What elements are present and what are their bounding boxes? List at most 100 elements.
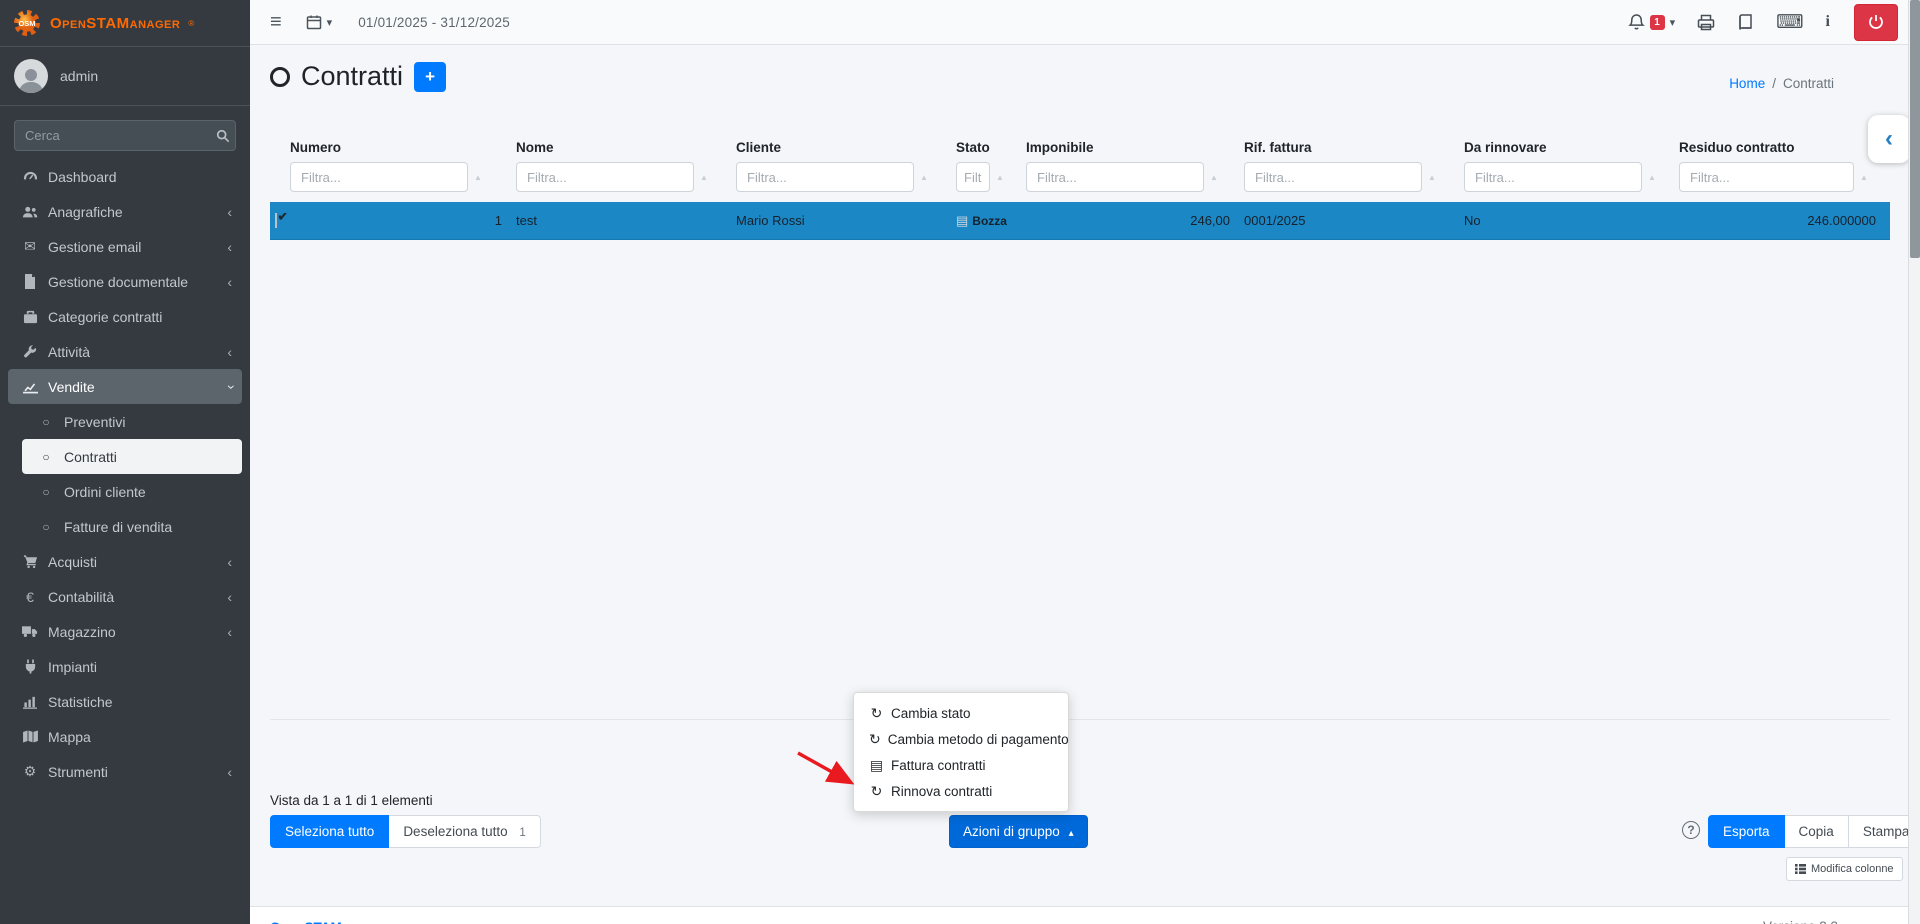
sidebar-item-gestione-email[interactable]: ✉ Gestione email ‹ [8,229,242,264]
sidebar-item-dashboard[interactable]: Dashboard [8,159,242,194]
info-icon: i [1826,13,1830,31]
sidebar-item-preventivi[interactable]: ○ Preventivi [22,404,242,439]
filter-input-cliente[interactable] [736,162,914,192]
group-actions-button[interactable]: Azioni di gruppo ▴ [949,815,1088,848]
filter-input-imponibile[interactable] [1026,162,1204,192]
filter-input-numero[interactable] [290,162,468,192]
truck-icon [18,625,42,638]
menu-item-cambia-metodo-pagamento[interactable]: ↻ Cambia metodo di pagamento [854,726,1068,752]
sort-icon[interactable]: ▲ [474,173,482,182]
date-range[interactable]: 01/01/2025 - 31/12/2025 [358,15,510,30]
scrollbar-thumb[interactable] [1910,0,1920,258]
edit-columns-button[interactable]: Modifica colonne [1786,857,1903,881]
docs-button[interactable] [1737,14,1754,31]
export-button[interactable]: Esporta [1708,815,1785,848]
filter-input-nome[interactable] [516,162,694,192]
menu-item-fattura-contratti[interactable]: ▤ Fattura contratti [854,752,1068,778]
sidebar-item-label: Strumenti [48,764,108,780]
chevron-left-icon: ‹ [227,344,232,360]
sidebar-item-attivita[interactable]: Attività ‹ [8,334,242,369]
app-logo-gear-icon: OSM [12,8,42,38]
calendar-icon [306,14,322,30]
sidebar-item-label: Acquisti [48,554,97,570]
column-label[interactable]: Imponibile [1026,140,1244,158]
sidebar-item-label: Magazzino [48,624,116,640]
sidebar-item-mappa[interactable]: Mappa [8,719,242,754]
sidebar-item-statistiche[interactable]: Statistiche [8,684,242,719]
sort-icon[interactable]: ▲ [996,173,1004,182]
app-brand[interactable]: OSM OpenSTAManager ® [0,0,250,47]
page-header: Contratti + [270,61,446,92]
logout-button[interactable] [1854,4,1898,41]
breadcrumb: Home / Contratti [1729,76,1834,91]
deselect-all-button[interactable]: Deseleziona tutto 1 [389,815,541,848]
filter-input-da-rinnovare[interactable] [1464,162,1642,192]
menu-item-rinnova-contratti[interactable]: ↻ Rinnova contratti [854,778,1068,804]
sort-icon[interactable]: ▲ [1648,173,1656,182]
sidebar-item-contabilita[interactable]: € Contabilità ‹ [8,579,242,614]
shortcuts-button[interactable]: ⌨ [1776,13,1803,32]
filter-input-rif-fattura[interactable] [1244,162,1422,192]
group-actions-label: Azioni di gruppo [963,824,1060,839]
hamburger-menu-button[interactable]: ≡ [270,11,282,34]
sort-icon[interactable]: ▲ [920,173,928,182]
sort-icon[interactable]: ▲ [1428,173,1436,182]
sidebar-item-acquisti[interactable]: Acquisti ‹ [8,544,242,579]
print-button[interactable] [1697,14,1715,31]
sidebar-item-magazzino[interactable]: Magazzino ‹ [8,614,242,649]
search-icon [216,129,230,143]
sidebar-item-strumenti[interactable]: ⚙ Strumenti ‹ [8,754,242,789]
add-contract-button[interactable]: + [414,62,446,92]
sidebar-item-impianti[interactable]: Impianti [8,649,242,684]
search-input[interactable] [14,120,211,151]
select-all-button[interactable]: Seleziona tutto [270,815,389,848]
sidebar-item-ordini-cliente[interactable]: ○ Ordini cliente [22,474,242,509]
row-checkbox[interactable]: ✔ [275,213,277,228]
breadcrumb-home-link[interactable]: Home [1729,76,1765,91]
menu-item-cambia-stato[interactable]: ↻ Cambia stato [854,700,1068,726]
column-label[interactable]: Rif. fattura [1244,140,1464,158]
column-rif-fattura: Rif. fattura ▲ [1244,140,1464,192]
filter-input-stato[interactable] [956,162,990,192]
column-label[interactable]: Numero [290,140,516,158]
filter-input-residuo[interactable] [1679,162,1854,192]
sidebar: OSM OpenSTAManager ® admin Dashboard Ana… [0,0,250,924]
sidebar-item-label: Ordini cliente [64,484,146,500]
sort-icon[interactable]: ▲ [1210,173,1218,182]
column-label[interactable]: Da rinnovare [1464,140,1679,158]
calendar-button[interactable]: ▾ [306,14,333,30]
column-label[interactable]: Cliente [736,140,956,158]
column-label[interactable]: Residuo contratto [1679,140,1890,158]
window-scrollbar[interactable] [1908,0,1920,924]
sort-icon[interactable]: ▲ [1860,173,1868,182]
table-row-selected[interactable]: ✔ 1 test Mario Rossi ▤Bozza 246,00 0001/… [270,202,1890,240]
column-residuo-contratto: Residuo contratto ▲ [1679,140,1890,192]
footer-brand-link[interactable]: OpenSTAManager [270,920,386,924]
help-button[interactable]: ? [1682,821,1700,839]
info-button[interactable]: i [1826,13,1830,31]
search-button[interactable] [211,120,236,151]
sidebar-item-contratti[interactable]: ○ Contratti [22,439,242,474]
module-circle-icon [270,67,290,87]
column-label[interactable]: Nome [516,140,736,158]
bell-icon [1628,13,1645,31]
hamburger-icon: ≡ [270,11,282,34]
sidebar-item-anagrafiche[interactable]: Anagrafiche ‹ [8,194,242,229]
breadcrumb-current: Contratti [1783,76,1834,91]
avatar[interactable] [14,59,48,93]
sidebar-menu: Dashboard Anagrafiche ‹ ✉ Gestione email… [0,159,250,789]
sidebar-item-vendite[interactable]: Vendite ‹ [8,369,242,404]
draft-file-icon: ▤ [956,213,968,229]
cell-da-rinnovare: No [1464,213,1679,228]
sidebar-item-categorie-contratti[interactable]: Categorie contratti [8,299,242,334]
notifications-button[interactable]: 1 ▾ [1628,13,1676,31]
sidebar-item-label: Gestione documentale [48,274,188,290]
sort-icon[interactable]: ▲ [700,173,708,182]
sidebar-item-gestione-documentale[interactable]: Gestione documentale ‹ [8,264,242,299]
sidebar-item-fatture-di-vendita[interactable]: ○ Fatture di vendita [22,509,242,544]
column-label[interactable]: Stato [956,140,1026,158]
column-stato: Stato ▲ [956,140,1026,192]
selection-button-group: Seleziona tutto Deseleziona tutto 1 [270,815,541,848]
copy-button[interactable]: Copia [1785,815,1849,848]
username: admin [60,68,98,84]
